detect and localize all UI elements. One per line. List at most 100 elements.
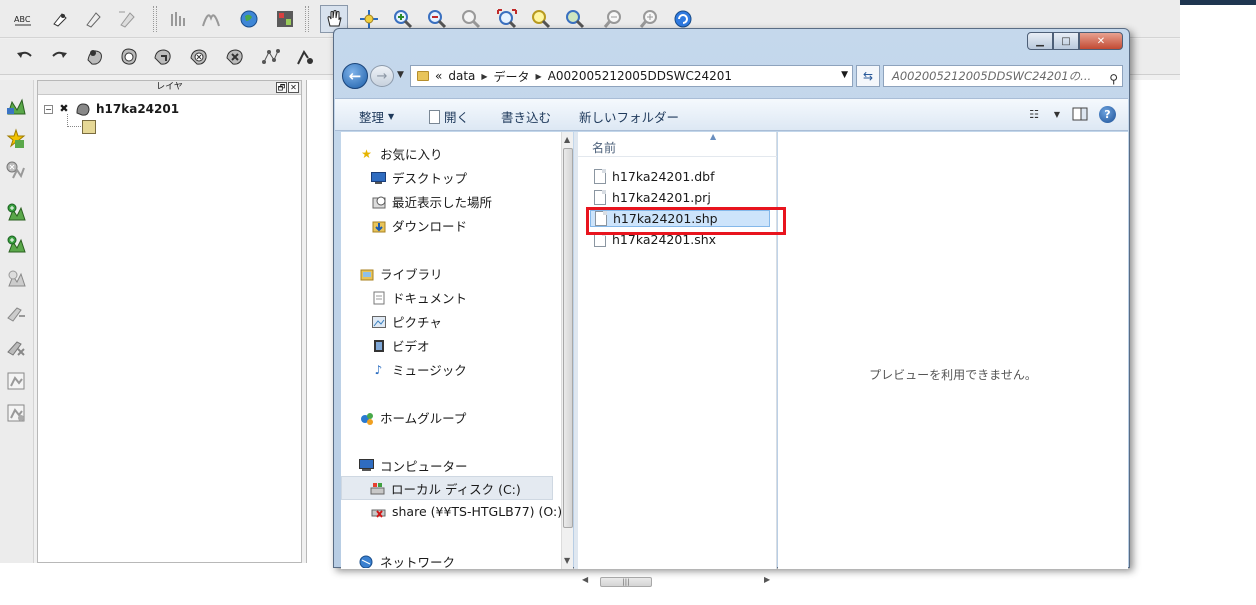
open-label: 開く <box>444 110 470 125</box>
file-icon <box>594 169 606 184</box>
pictures-icon <box>371 315 386 329</box>
preview-pane-icon[interactable] <box>1071 105 1089 123</box>
redo-icon[interactable] <box>46 44 72 70</box>
globe-icon[interactable] <box>236 6 262 32</box>
breadcrumb-item[interactable]: データ <box>494 68 530 85</box>
add-ring-icon[interactable] <box>116 44 142 70</box>
nav-network[interactable]: ネットワーク <box>359 552 455 569</box>
scroll-up-icon[interactable]: ▲ <box>564 135 570 144</box>
maximize-button[interactable]: □ <box>1053 32 1079 50</box>
scrollbar-thumb[interactable]: ||| <box>600 577 652 587</box>
collapse-toggle-icon[interactable]: − <box>44 104 53 114</box>
nav-label: share (¥¥TS-HTGLB77) (O:) <box>392 504 563 519</box>
recent-pages-dropdown[interactable]: ▼ <box>397 70 404 80</box>
file-list-hscrollbar[interactable]: ◀ ||| ▶ <box>578 574 777 588</box>
nav-computer[interactable]: コンピューター <box>359 456 468 475</box>
file-item[interactable]: h17ka24201.prj <box>594 190 711 205</box>
nav-library[interactable]: ライブラリ <box>359 264 443 283</box>
nav-local-disk-c[interactable]: ローカル ディスク (C:) <box>341 476 553 500</box>
change-view-icon[interactable]: ☷ <box>1025 105 1043 123</box>
minimize-button[interactable]: ▁ <box>1027 32 1053 50</box>
open-button[interactable]: 開く <box>429 107 469 126</box>
delete-ring-icon[interactable] <box>186 44 212 70</box>
downloads-folder-icon <box>371 219 386 233</box>
file-item[interactable]: h17ka24201.dbf <box>594 169 715 184</box>
add-mssql-layer-icon[interactable] <box>3 400 29 426</box>
search-input[interactable]: A002005212005DDSWC24201の... ⚲ <box>883 65 1123 87</box>
breadcrumb-item[interactable]: data <box>448 69 475 83</box>
nav-downloads[interactable]: ダウンロード <box>371 216 467 235</box>
address-dropdown-icon[interactable]: ▼ <box>841 70 848 80</box>
add-delimited-text-icon[interactable] <box>3 300 29 326</box>
back-button[interactable]: ← <box>342 63 368 89</box>
node-tool-icon[interactable] <box>258 44 284 70</box>
write-button[interactable]: 書き込む <box>501 107 551 126</box>
map-tile-icon[interactable] <box>272 6 298 32</box>
show-hide-labels-icon[interactable] <box>80 6 106 32</box>
legend-symbol-swatch[interactable] <box>82 120 96 134</box>
nav-label: コンピューター <box>380 459 468 474</box>
label-abc-icon[interactable]: ABC <box>10 6 36 32</box>
right-edge-window <box>1180 0 1256 563</box>
change-label-icon[interactable] <box>198 6 224 32</box>
undo-icon[interactable] <box>12 44 38 70</box>
search-icon[interactable]: ⚲ <box>1109 69 1118 86</box>
nav-recent-places[interactable]: 最近表示した場所 <box>371 192 492 211</box>
rotate-label-icon[interactable] <box>166 6 192 32</box>
remove-layer-icon[interactable] <box>3 158 29 184</box>
close-panel-button[interactable]: ✕ <box>288 82 299 93</box>
toolbar-grip[interactable] <box>305 6 309 32</box>
nav-pane-scrollbar[interactable]: ▲ ▼ <box>561 132 573 569</box>
close-button[interactable]: ✕ <box>1079 32 1123 50</box>
nav-homegroup[interactable]: ホームグループ <box>359 408 466 427</box>
add-vector-layer-icon[interactable] <box>3 94 29 120</box>
scroll-right-icon[interactable]: ▶ <box>764 575 770 584</box>
new-shapefile-icon[interactable] <box>3 200 29 226</box>
breadcrumb-separator-icon[interactable]: ▶ <box>481 72 487 81</box>
help-icon[interactable]: ? <box>1099 105 1116 123</box>
rotate-point-icon[interactable] <box>292 44 318 70</box>
add-postgis-layer-icon[interactable] <box>3 334 29 360</box>
scroll-left-icon[interactable]: ◀ <box>582 575 588 584</box>
new-folder-button[interactable]: 新しいフォルダー <box>579 107 679 126</box>
nav-share-drive-o[interactable]: share (¥¥TS-HTGLB77) (O:) <box>371 504 562 519</box>
forward-button[interactable]: → <box>370 65 394 87</box>
add-favorite-layer-icon[interactable] <box>3 126 29 152</box>
pin-label-icon[interactable] <box>46 6 72 32</box>
breadcrumb-item[interactable]: A002005212005DDSWC24201 <box>548 69 732 83</box>
view-dropdown-icon[interactable]: ▼ <box>1053 105 1061 123</box>
nav-videos[interactable]: ビデオ <box>371 336 430 355</box>
move-label-icon[interactable] <box>114 6 140 32</box>
new-spatialite-layer-icon[interactable] <box>3 232 29 258</box>
name-column-header[interactable]: 名前 <box>592 139 616 156</box>
refresh-button[interactable]: ⇆ <box>856 65 880 87</box>
computer-icon <box>359 459 374 473</box>
add-raster-layer-icon[interactable] <box>3 368 29 394</box>
nav-favorites[interactable]: ★ お気に入り <box>359 144 442 163</box>
desktop-icon <box>371 171 386 185</box>
window-controls: ▁ □ ✕ <box>1027 32 1123 50</box>
add-wms-layer-icon[interactable] <box>3 266 29 292</box>
search-placeholder: A002005212005DDSWC24201の... <box>892 69 1092 83</box>
toolbar-grip[interactable] <box>153 6 157 32</box>
layer-name[interactable]: h17ka24201 <box>96 102 179 116</box>
nav-label: ドキュメント <box>392 291 468 306</box>
add-part-icon[interactable] <box>150 44 176 70</box>
simplify-feature-icon[interactable] <box>82 44 108 70</box>
document-icon <box>429 109 440 124</box>
nav-label: ビデオ <box>392 339 430 354</box>
nav-music[interactable]: ♪ ミュージック <box>371 360 467 379</box>
address-bar[interactable]: « data ▶ データ ▶ A002005212005DDSWC24201 ▼ <box>410 65 853 87</box>
breadcrumb-overflow[interactable]: « <box>435 69 442 83</box>
nav-label: ネットワーク <box>380 555 456 569</box>
scrollbar-thumb[interactable] <box>563 148 573 528</box>
delete-part-icon[interactable] <box>222 44 248 70</box>
layer-tree-item[interactable]: − ✖ h17ka24201 <box>44 101 179 117</box>
nav-pictures[interactable]: ピクチャ <box>371 312 442 331</box>
float-panel-button[interactable]: 🗗 <box>276 82 287 93</box>
nav-desktop[interactable]: デスクトップ <box>371 168 467 187</box>
organize-button[interactable]: 整理 ▼ <box>359 107 394 126</box>
nav-documents[interactable]: ドキュメント <box>371 288 467 307</box>
breadcrumb-separator-icon[interactable]: ▶ <box>536 72 542 81</box>
scroll-down-icon[interactable]: ▼ <box>564 556 570 565</box>
